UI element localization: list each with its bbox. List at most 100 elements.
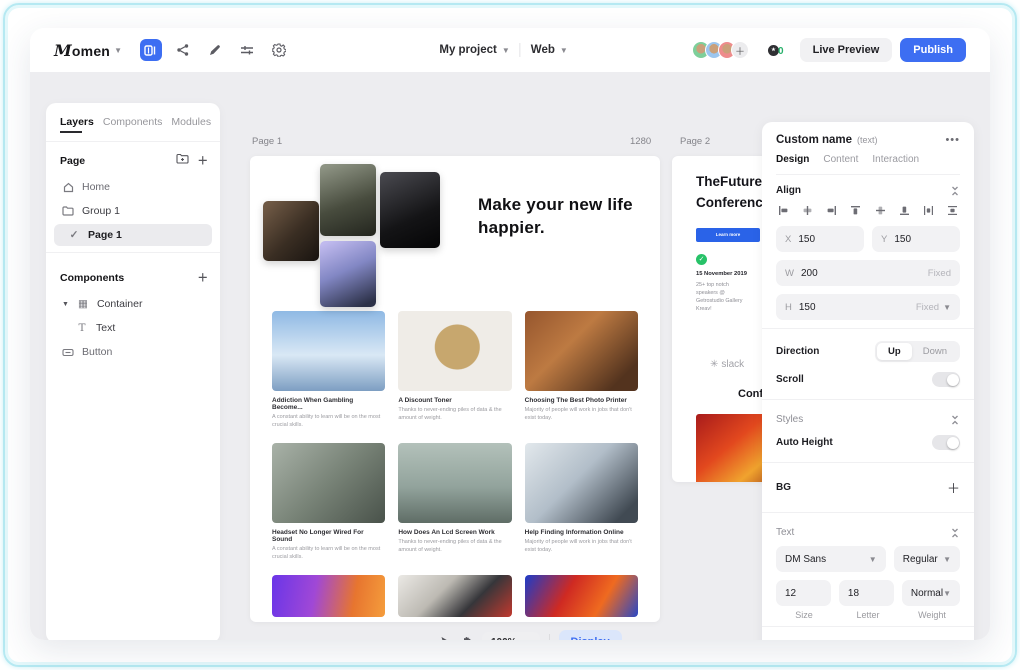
align-bottom-icon[interactable] xyxy=(899,205,910,216)
collapse-icon[interactable] xyxy=(950,415,960,425)
add-folder-icon[interactable] xyxy=(176,153,189,168)
page2-label[interactable]: Page 2 xyxy=(680,136,710,147)
layout-tool-button[interactable] xyxy=(140,39,162,61)
article-card[interactable]: How Does An Lcd Screen Work Thanks to ne… xyxy=(398,443,511,562)
w-mode[interactable]: Fixed xyxy=(928,268,951,279)
card-image[interactable] xyxy=(525,575,638,617)
tab-design[interactable]: Design xyxy=(776,154,809,165)
tune-sliders-icon[interactable] xyxy=(236,39,258,61)
card-title: Addiction When Gambling Become... xyxy=(272,397,385,411)
font-style-dropdown[interactable]: Regular ▼ xyxy=(894,546,960,572)
portrait-photo[interactable] xyxy=(263,201,319,261)
align-center-h-icon[interactable] xyxy=(802,205,813,216)
chevron-down-icon: ▼ xyxy=(523,638,531,641)
invite-collaborator-button[interactable]: ＋ xyxy=(731,41,749,59)
sidebar-item-home[interactable]: Home xyxy=(46,175,220,199)
logo-menu[interactable]: MMomenomen ▼ xyxy=(54,41,122,60)
height-field[interactable]: H 150 Fixed▼ xyxy=(776,294,960,320)
tab-components[interactable]: Components xyxy=(103,116,163,132)
font-size-field[interactable]: 12 xyxy=(776,580,831,606)
more-options-icon[interactable]: ••• xyxy=(945,134,960,146)
y-position-field[interactable]: Y 150 xyxy=(872,226,960,252)
sidebar-item-container[interactable]: ▼ ▦ Container xyxy=(46,292,220,316)
letter-spacing-field[interactable]: 18 xyxy=(839,580,894,606)
card-image[interactable] xyxy=(398,575,511,617)
add-bg-icon[interactable]: ＋ xyxy=(947,478,960,497)
collaborator-avatars[interactable]: ＋ xyxy=(692,41,749,59)
align-right-icon[interactable] xyxy=(826,205,837,216)
add-component-icon[interactable]: ＋ xyxy=(198,270,209,285)
auto-height-toggle[interactable] xyxy=(932,435,960,450)
article-card[interactable]: A Discount Toner Thanks to never-ending … xyxy=(398,311,511,430)
tab-modules[interactable]: Modules xyxy=(171,116,211,132)
canvas-footer-toolbar: 100% ▼ Display xyxy=(440,630,622,640)
platform-name: Web xyxy=(531,44,555,56)
align-top-icon[interactable] xyxy=(850,205,861,216)
divider xyxy=(46,252,220,253)
sidebar-item-text[interactable]: T Text xyxy=(46,316,220,340)
card-title: Choosing The Best Photo Printer xyxy=(525,397,638,404)
article-card[interactable]: Addiction When Gambling Become... A cons… xyxy=(272,311,385,430)
h-mode-dropdown[interactable]: Fixed▼ xyxy=(916,302,951,313)
direction-up-option[interactable]: Up xyxy=(877,343,912,360)
tab-content[interactable]: Content xyxy=(823,154,858,165)
element-type: (text) xyxy=(857,135,878,145)
article-card[interactable]: Choosing The Best Photo Printer Majority… xyxy=(525,311,638,430)
abstract-image[interactable] xyxy=(696,414,766,482)
collapse-icon[interactable] xyxy=(950,186,960,196)
live-preview-button[interactable]: Live Preview xyxy=(800,38,893,62)
font-style-value: Regular xyxy=(903,554,938,565)
page2-heading[interactable]: TheFuture Conference xyxy=(696,172,766,214)
scroll-toggle[interactable] xyxy=(932,372,960,387)
w-value: 200 xyxy=(801,268,818,279)
article-card[interactable]: Help Finding Information Online Majority… xyxy=(525,443,638,562)
add-page-icon[interactable]: ＋ xyxy=(198,153,209,168)
letter-label: Letter xyxy=(840,610,896,620)
article-card[interactable]: Headset No Longer Wired For Sound A cons… xyxy=(272,443,385,562)
share-nodes-icon[interactable] xyxy=(172,39,194,61)
h-label: H xyxy=(785,302,792,313)
portrait-photo[interactable] xyxy=(320,164,376,236)
sidebar-item-group1[interactable]: Group 1 xyxy=(46,199,220,223)
font-family-dropdown[interactable]: DM Sans ▼ xyxy=(776,546,886,572)
sidebar-item-label: Button xyxy=(82,346,112,358)
caret-down-icon[interactable]: ▼ xyxy=(62,301,69,308)
direction-down-option[interactable]: Down xyxy=(912,343,958,360)
platform-selector[interactable]: Web ▼ xyxy=(531,44,568,56)
align-center-v-icon[interactable] xyxy=(875,205,886,216)
container-icon: ▦ xyxy=(77,298,89,310)
sidebar-item-page1[interactable]: ✓ Page 1 xyxy=(54,224,212,246)
publish-button[interactable]: Publish xyxy=(900,38,966,62)
distribute-v-icon[interactable] xyxy=(947,205,958,216)
cursor-tool-icon[interactable] xyxy=(440,636,452,641)
sidebar-item-button[interactable]: Button xyxy=(46,340,220,364)
page1-canvas[interactable]: Make your new life happier. Addiction Wh… xyxy=(250,156,660,622)
collapse-icon[interactable] xyxy=(950,528,960,538)
page2-canvas[interactable]: TheFuture Conference Learn more Learn mo… xyxy=(672,156,766,482)
card-description: Majority of people will work in jobs tha… xyxy=(525,539,638,555)
card-image[interactable] xyxy=(272,575,385,617)
tab-interaction[interactable]: Interaction xyxy=(872,154,919,165)
width-field[interactable]: W 200 Fixed xyxy=(776,260,960,286)
page1-label[interactable]: Page 1 xyxy=(252,136,282,147)
learn-more-button[interactable]: Learn more xyxy=(696,228,760,242)
pen-tool-icon[interactable] xyxy=(204,39,226,61)
hero-heading[interactable]: Make your new life happier. xyxy=(478,194,646,240)
credits-indicator[interactable]: 0 xyxy=(767,44,784,57)
divider xyxy=(762,399,974,400)
gear-icon[interactable] xyxy=(268,39,290,61)
portrait-photo[interactable] xyxy=(320,241,376,307)
hand-tool-icon[interactable] xyxy=(461,636,473,641)
align-left-icon[interactable] xyxy=(778,205,789,216)
distribute-h-icon[interactable] xyxy=(923,205,934,216)
sidebar-item-label: Text xyxy=(96,322,115,334)
zoom-level-dropdown[interactable]: 100% ▼ xyxy=(482,632,540,641)
portrait-photo[interactable] xyxy=(380,172,440,248)
display-button[interactable]: Display xyxy=(559,630,622,640)
divider xyxy=(520,43,521,57)
font-weight-dropdown[interactable]: Normal ▼ xyxy=(902,580,960,606)
x-position-field[interactable]: X 150 xyxy=(776,226,864,252)
element-name[interactable]: Custom name xyxy=(776,134,852,146)
tab-layers[interactable]: Layers xyxy=(60,116,94,132)
project-selector[interactable]: My project ▼ xyxy=(439,44,509,56)
